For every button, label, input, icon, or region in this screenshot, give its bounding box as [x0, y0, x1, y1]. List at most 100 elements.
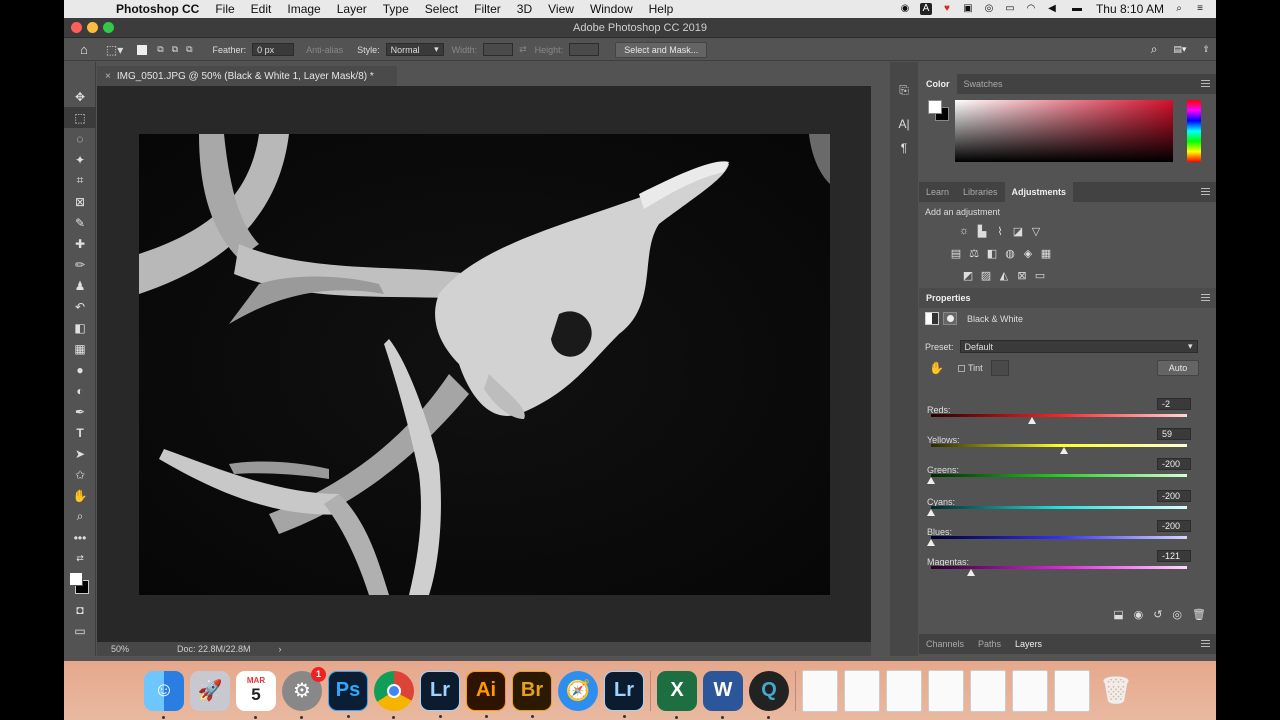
- greens-track[interactable]: [931, 474, 1187, 477]
- system-preferences-icon[interactable]: ⚙ 1: [282, 666, 326, 719]
- tab-paths[interactable]: Paths: [971, 634, 1008, 654]
- document-thumbnail[interactable]: [1054, 669, 1090, 712]
- tab-swatches[interactable]: Swatches: [957, 74, 1010, 94]
- reds-value[interactable]: -2: [1157, 398, 1191, 410]
- record-icon[interactable]: ◉: [899, 3, 911, 15]
- document-thumbnail[interactable]: [928, 669, 964, 712]
- menu-3d[interactable]: 3D: [509, 2, 540, 16]
- auto-button[interactable]: Auto: [1157, 360, 1199, 376]
- greens-thumb[interactable]: [927, 477, 935, 484]
- shape-tool-icon[interactable]: ✩: [64, 464, 96, 485]
- history-brush-tool-icon[interactable]: ↶: [64, 296, 96, 317]
- photoshop-icon[interactable]: Ps: [328, 670, 368, 718]
- bridge-icon[interactable]: Br: [512, 670, 552, 718]
- move-tool-icon[interactable]: ✥: [64, 86, 96, 107]
- preset-select[interactable]: Default ▾: [959, 340, 1198, 353]
- blues-value[interactable]: -200: [1157, 520, 1191, 532]
- cyans-thumb[interactable]: [927, 509, 935, 516]
- black-white-icon[interactable]: ◧: [985, 246, 999, 260]
- zoom-level[interactable]: 50%: [111, 644, 171, 654]
- battery-icon[interactable]: ▬: [1067, 3, 1087, 15]
- wifi-icon[interactable]: ◠: [1025, 3, 1037, 15]
- color-balance-icon[interactable]: ⚖: [967, 246, 981, 260]
- toggle-visibility-icon[interactable]: ◎: [1172, 608, 1182, 621]
- finder-icon[interactable]: ☺: [144, 670, 184, 719]
- path-selection-tool-icon[interactable]: ➤: [64, 443, 96, 464]
- menu-select[interactable]: Select: [417, 2, 466, 16]
- excel-icon[interactable]: X: [657, 670, 697, 719]
- gradient-tool-icon[interactable]: ▦: [64, 338, 96, 359]
- exposure-icon[interactable]: ◪: [1011, 224, 1025, 238]
- panel-menu-icon[interactable]: [1201, 294, 1210, 301]
- menu-edit[interactable]: Edit: [243, 2, 280, 16]
- cyans-track[interactable]: [931, 506, 1187, 509]
- clone-stamp-tool-icon[interactable]: ♟: [64, 275, 96, 296]
- tab-color[interactable]: Color: [919, 74, 957, 94]
- invert-icon[interactable]: ◩: [961, 268, 975, 282]
- lightroom-icon[interactable]: Lr: [420, 670, 460, 718]
- magentas-thumb[interactable]: [967, 569, 976, 576]
- notification-center-icon[interactable]: ≡: [1194, 3, 1206, 15]
- color-lookup-icon[interactable]: ▦: [1039, 246, 1053, 260]
- tab-layers[interactable]: Layers: [1008, 634, 1049, 654]
- foreground-color-swatch[interactable]: [69, 572, 83, 586]
- tab-channels[interactable]: Channels: [919, 634, 971, 654]
- cyans-value[interactable]: -200: [1157, 490, 1191, 502]
- menu-image[interactable]: Image: [279, 2, 328, 16]
- anti-alias-checkbox[interactable]: Anti-alias: [306, 45, 343, 55]
- panel-menu-icon[interactable]: [1201, 640, 1210, 647]
- selection-new-icon[interactable]: [137, 44, 148, 55]
- photo-filter-icon[interactable]: ◍: [1003, 246, 1017, 260]
- blur-tool-icon[interactable]: ●: [64, 359, 96, 380]
- menu-file[interactable]: File: [207, 2, 242, 16]
- menu-view[interactable]: View: [540, 2, 582, 16]
- brightness-contrast-icon[interactable]: ☼: [957, 224, 971, 238]
- tab-adjustments[interactable]: Adjustments: [1004, 182, 1074, 202]
- yellows-value[interactable]: 59: [1157, 428, 1191, 440]
- calendar-icon[interactable]: MAR 5: [236, 670, 276, 719]
- channel-mixer-icon[interactable]: ◈: [1021, 246, 1035, 260]
- marquee-preset-icon[interactable]: ⬚▾: [106, 43, 123, 57]
- frame-tool-icon[interactable]: ⊠: [64, 191, 96, 212]
- view-previous-state-icon[interactable]: ◉: [1134, 608, 1144, 621]
- menu-type[interactable]: Type: [375, 2, 417, 16]
- yellows-thumb[interactable]: [1059, 447, 1068, 454]
- chrome-icon[interactable]: [374, 670, 414, 719]
- launchpad-icon[interactable]: 🚀: [190, 670, 230, 711]
- zoom-window-button[interactable]: [103, 22, 114, 33]
- selection-add-icon[interactable]: ⧉: [157, 44, 163, 55]
- crop-tool-icon[interactable]: ⌗: [64, 170, 96, 191]
- greens-value[interactable]: -200: [1157, 458, 1191, 470]
- volume-icon[interactable]: ◀: [1046, 3, 1058, 15]
- tab-properties[interactable]: Properties: [919, 288, 978, 308]
- posterize-icon[interactable]: ▨: [979, 268, 993, 282]
- close-window-button[interactable]: [71, 22, 82, 33]
- hand-tool-icon[interactable]: ✋: [64, 485, 96, 506]
- color-swatches[interactable]: [64, 569, 95, 599]
- history-panel-icon[interactable]: ⎘: [890, 78, 918, 102]
- tint-color-swatch[interactable]: [990, 360, 1009, 376]
- eyedropper-tool-icon[interactable]: ✎: [64, 212, 96, 233]
- drive-icon[interactable]: ▣: [962, 3, 974, 15]
- zoom-tool-icon[interactable]: ⌕: [64, 506, 96, 527]
- gradient-map-icon[interactable]: ▭: [1033, 268, 1047, 282]
- style-select[interactable]: Normal ▾: [385, 43, 444, 56]
- quicktime-icon[interactable]: Q: [749, 670, 789, 719]
- home-icon[interactable]: ⌂: [80, 42, 88, 57]
- panel-menu-icon[interactable]: [1201, 80, 1210, 87]
- screen-mode-icon[interactable]: ▭: [64, 620, 96, 641]
- workspace-icon[interactable]: ▤▾: [1173, 44, 1186, 55]
- magentas-value[interactable]: -121: [1157, 550, 1191, 562]
- menu-app-name[interactable]: Photoshop CC: [108, 2, 207, 16]
- document-thumbnail[interactable]: [1012, 669, 1048, 712]
- document-image[interactable]: [139, 134, 830, 595]
- healing-brush-tool-icon[interactable]: ✚: [64, 233, 96, 254]
- threshold-icon[interactable]: ◭: [997, 268, 1011, 282]
- curves-icon[interactable]: ⌇: [993, 224, 1007, 238]
- spotlight-icon[interactable]: ⌕: [1173, 3, 1185, 15]
- canvas-area[interactable]: [97, 86, 871, 642]
- blues-thumb[interactable]: [927, 539, 935, 546]
- safari-icon[interactable]: 🧭: [558, 670, 598, 711]
- status-menu-arrow-icon[interactable]: ›: [279, 644, 282, 654]
- lasso-tool-icon[interactable]: ◌: [64, 128, 96, 149]
